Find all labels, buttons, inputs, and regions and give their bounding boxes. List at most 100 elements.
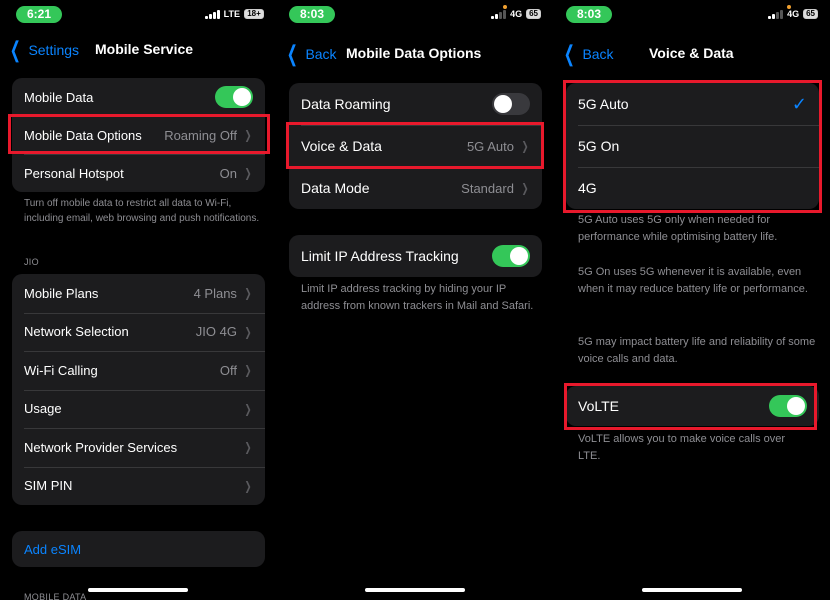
data-options-group: Data Roaming Voice & Data 5G Auto ❯ Data … [289, 83, 542, 209]
signal-icon [491, 9, 507, 19]
panel-mobile-data-options: 8:03 4G 65 ❮ Back Mobile Data Options Da… [277, 0, 553, 600]
chevron-right-icon: ❯ [244, 401, 252, 416]
chevron-right-icon: ❯ [521, 181, 529, 195]
row-value: 5G Auto [466, 138, 514, 154]
row-data-roaming: Data Roaming [289, 83, 542, 125]
ip-tracking-footer: Limit IP address tracking by hiding your… [301, 283, 534, 312]
page-title: Voice & Data [649, 45, 734, 61]
back-label: Back [305, 46, 337, 62]
chevron-right-icon: ❯ [244, 286, 252, 301]
row-limit-ip-tracking: Limit IP Address Tracking [289, 235, 542, 277]
5g-on-description: 5G On uses 5G whenever it is available, … [578, 266, 808, 295]
row-label: Network Selection [24, 324, 129, 340]
row-value: Roaming Off [164, 127, 237, 143]
row-label: Wi-Fi Calling [24, 362, 98, 378]
checkmark-icon: ✓ [791, 93, 807, 114]
chevron-right-icon: ❯ [244, 440, 252, 455]
page-title: Mobile Service [95, 41, 194, 57]
row-label: Usage [24, 401, 62, 417]
row-label: Mobile Data Options [24, 127, 142, 143]
nav-bar: ❮ Back Voice & Data [554, 41, 830, 74]
option-5g-auto[interactable]: 5G Auto ✓ [566, 83, 819, 125]
row-value: On [219, 165, 237, 181]
status-time: 6:21 [16, 6, 62, 23]
row-label: Limit IP Address Tracking [301, 248, 459, 264]
option-5g-on[interactable]: 5G On [566, 125, 819, 167]
option-label: 5G On [578, 138, 620, 154]
back-label: Back [582, 46, 614, 62]
status-bar: 8:03 4G 65 [277, 0, 553, 28]
network-type: 4G [787, 9, 800, 19]
chevron-right-icon: ❯ [244, 478, 252, 493]
option-4g[interactable]: 4G [566, 167, 819, 209]
row-label: Mobile Data [24, 89, 94, 105]
volte-toggle[interactable] [769, 395, 807, 417]
battery-icon: 65 [526, 9, 541, 19]
chevron-right-icon: ❯ [244, 166, 252, 180]
row-wifi-calling[interactable]: Wi-Fi Calling Off ❯ [12, 351, 265, 390]
row-label: Voice & Data [301, 138, 382, 154]
battery-icon: 18+ [244, 9, 264, 19]
add-esim-button[interactable]: Add eSIM [12, 531, 265, 567]
row-value: 4 Plans [193, 285, 237, 301]
row-network-provider-services[interactable]: Network Provider Services ❯ [12, 428, 265, 467]
home-indicator [365, 588, 465, 592]
5g-auto-description: 5G Auto uses 5G only when needed for per… [578, 214, 778, 243]
panel-mobile-service: 6:21 LTE 18+ ❮ Settings Mobile Service M… [0, 0, 276, 600]
signal-icon [768, 9, 784, 19]
chevron-left-icon: ❮ [286, 41, 298, 66]
network-type: LTE [223, 9, 240, 19]
back-label: Settings [28, 42, 80, 58]
status-time: 8:03 [289, 6, 335, 23]
back-button[interactable]: ❮ Settings [6, 37, 80, 62]
volte-description: VoLTE allows you to make voice calls ove… [578, 433, 786, 462]
row-mobile-data: Mobile Data [12, 78, 265, 116]
row-mobile-data-options[interactable]: Mobile Data Options Roaming Off ❯ [12, 116, 265, 154]
row-label: Network Provider Services [24, 439, 178, 455]
section-header-jio: JIO [24, 257, 39, 267]
chevron-right-icon: ❯ [244, 324, 252, 339]
limit-ip-tracking-toggle[interactable] [492, 245, 530, 267]
nav-bar: ❮ Settings Mobile Service [0, 37, 276, 70]
network-type: 4G [510, 9, 523, 19]
chevron-right-icon: ❯ [244, 128, 252, 142]
chevron-right-icon: ❯ [244, 363, 252, 378]
voice-data-options-group: 5G Auto ✓ 5G On 4G [566, 83, 819, 209]
home-indicator [642, 588, 742, 592]
row-network-selection[interactable]: Network Selection JIO 4G ❯ [12, 312, 265, 352]
row-usage[interactable]: Usage ❯ [12, 389, 265, 429]
chevron-left-icon: ❮ [563, 41, 575, 66]
option-label: 4G [578, 180, 597, 196]
back-button[interactable]: ❮ Back [560, 41, 614, 66]
row-sim-pin[interactable]: SIM PIN ❯ [12, 466, 265, 506]
row-label: SIM PIN [24, 478, 73, 494]
panel-voice-data: 8:03 4G 65 ❮ Back Voice & Data 5G Auto ✓… [554, 0, 830, 600]
mobile-data-toggle[interactable] [215, 86, 253, 108]
row-label: Data Mode [301, 180, 370, 196]
carrier-group: Mobile Plans 4 Plans ❯ Network Selection … [12, 274, 265, 505]
5g-battery-note: 5G may impact battery life and reliabili… [578, 336, 816, 365]
mobile-data-footer: Turn off mobile data to restrict all dat… [24, 198, 260, 224]
row-data-mode[interactable]: Data Mode Standard ❯ [289, 167, 542, 209]
row-label: Data Roaming [301, 96, 391, 112]
row-value: Off [219, 362, 237, 378]
row-volte: VoLTE [566, 386, 819, 426]
signal-icon [204, 9, 220, 19]
add-esim-label: Add eSIM [24, 541, 82, 557]
data-roaming-toggle[interactable] [492, 93, 530, 115]
volte-group: VoLTE [566, 386, 819, 426]
nav-bar: ❮ Back Mobile Data Options [277, 41, 553, 74]
ip-tracking-group: Limit IP Address Tracking [289, 235, 542, 277]
row-voice-data[interactable]: Voice & Data 5G Auto ❯ [289, 125, 542, 167]
chevron-left-icon: ❮ [9, 37, 21, 62]
option-label: 5G Auto [578, 96, 629, 112]
battery-icon: 65 [803, 9, 818, 19]
row-personal-hotspot[interactable]: Personal Hotspot On ❯ [12, 154, 265, 192]
back-button[interactable]: ❮ Back [283, 41, 337, 66]
row-mobile-plans[interactable]: Mobile Plans 4 Plans ❯ [12, 274, 265, 313]
row-value: JIO 4G [195, 324, 237, 340]
page-title: Mobile Data Options [346, 45, 482, 61]
esim-group: Add eSIM [12, 531, 265, 567]
row-label: Mobile Plans [24, 285, 99, 301]
row-label: Personal Hotspot [24, 165, 124, 181]
